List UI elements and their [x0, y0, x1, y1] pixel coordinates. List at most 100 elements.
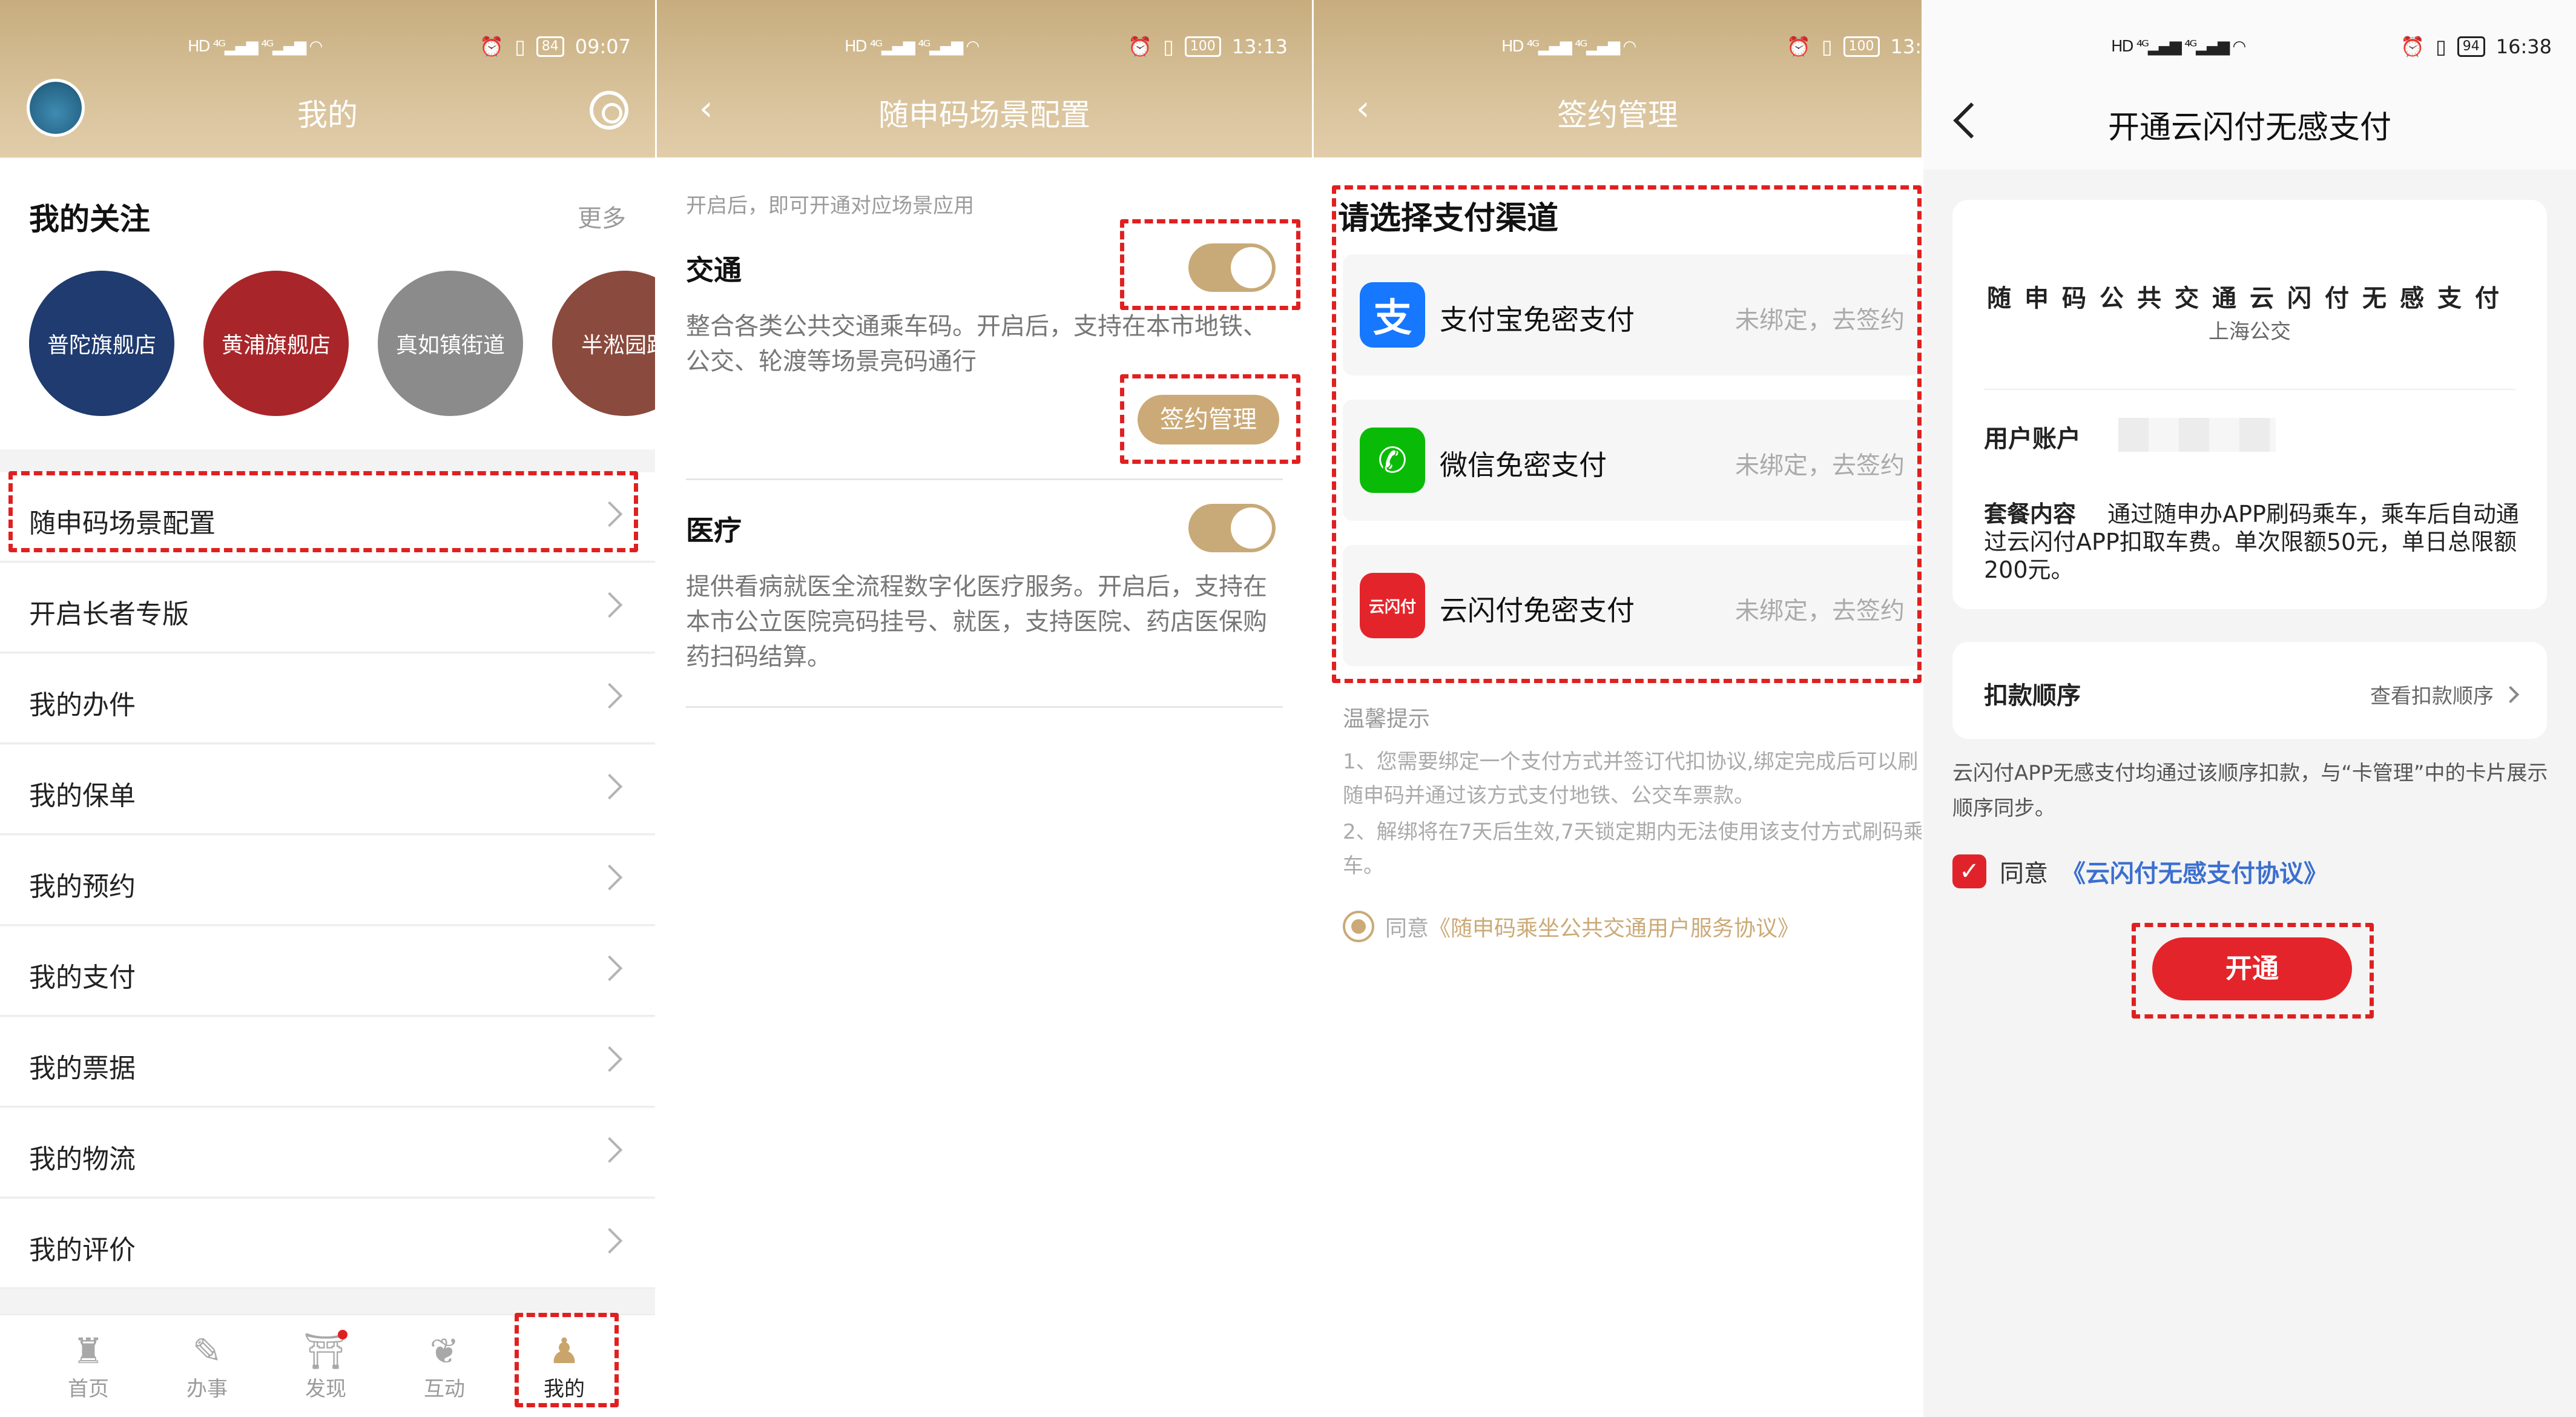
chevron-right-icon: [596, 1227, 623, 1254]
agreement-link[interactable]: 《云闪付无感支付协议》: [2061, 854, 2328, 889]
channel-name: 云闪付免密支付: [1440, 594, 1635, 627]
alipay-icon: 支: [1360, 282, 1425, 348]
chevron-right-icon: [596, 955, 623, 982]
agreement-row[interactable]: 同意《随申码乘坐公共交通用户服务协议》: [1343, 911, 1799, 942]
card-subtitle: 上海公交: [2209, 320, 2291, 344]
status-bar: ⏰ ▯ 100 13:13: [1128, 31, 1288, 62]
tab-label: 办事: [186, 1377, 228, 1401]
hint-text: 开启后，即可开通对应场景应用: [686, 194, 974, 218]
alarm-icon: ⏰: [2400, 35, 2425, 58]
chevron-right-icon: [596, 773, 623, 800]
scene-config-body: 开启后，即可开通对应场景应用 交通 整合各类公共交通乘车码。开启后，支持在本市地…: [657, 157, 1312, 1417]
menu-label: 我的票据: [29, 1053, 136, 1084]
status-time: 16:38: [2495, 35, 2552, 58]
channel-row-alipay[interactable]: 支 支付宝免密支付 未绑定，去签约: [1343, 254, 1922, 375]
medical-toggle[interactable]: [1188, 504, 1276, 552]
traffic-toggle[interactable]: [1188, 243, 1276, 292]
follow-item[interactable]: 半淞园路: [552, 271, 655, 416]
package-content: 套餐内容 通过随申办APP刷码乘车，乘车后自动通过云闪付APP扣取车费。单次限额…: [1984, 500, 2529, 584]
tip-item: 2、解绑将在7天后生效,7天锁定期内无法使用该支付方式刷码乘车。: [1343, 820, 1922, 878]
alarm-icon: ⏰: [479, 35, 504, 58]
vibrate-icon: ▯: [1163, 35, 1174, 58]
order-note: 云闪付APP无感支付均通过该顺序扣款，与“卡管理”中的卡片展示顺序同步。: [1952, 761, 2548, 821]
status-time: 09:07: [575, 35, 631, 58]
follow-item[interactable]: 真如镇街道: [378, 271, 523, 416]
page-title: 开通云闪付无感支付: [2107, 110, 2391, 146]
chevron-right-icon: [596, 1046, 623, 1072]
agreement-link[interactable]: 《随申码乘坐公共交通用户服务协议》: [1429, 916, 1799, 941]
medical-title: 医疗: [686, 514, 742, 547]
menu-item-my-receipts[interactable]: 我的票据: [0, 1017, 655, 1107]
menu-item-my-cases[interactable]: 我的办件: [0, 654, 655, 744]
menu-item-scene-config[interactable]: 随申码场景配置: [0, 472, 655, 562]
follow-item-label: 普陀旗舰店: [47, 333, 156, 358]
signal-icon: HD ⁴ᴳ▂▄▆ ⁴ᴳ▂▄▆ ◠: [188, 38, 323, 56]
masked-account: [2118, 418, 2276, 452]
status-signal: HD ⁴ᴳ▂▄▆ ⁴ᴳ▂▄▆ ◠: [845, 31, 980, 62]
menu-item-my-reviews[interactable]: 我的评价: [0, 1199, 655, 1289]
menu-item-elder-mode[interactable]: 开启长者专版: [0, 563, 655, 653]
channel-row-wechat[interactable]: ✆ 微信免密支付 未绑定，去签约: [1343, 400, 1922, 521]
follow-item[interactable]: 黄浦旗舰店: [203, 271, 349, 416]
menu-label: 随申码场景配置: [29, 508, 216, 539]
follow-item-label: 真如镇街道: [395, 333, 505, 358]
lotus-icon: ❦: [429, 1330, 460, 1372]
tab-home[interactable]: ♜ 首页: [40, 1330, 137, 1402]
follow-item-label: 黄浦旗舰店: [221, 333, 331, 358]
wechat-icon: ✆: [1360, 428, 1425, 493]
menu-item-my-payments[interactable]: 我的支付: [0, 926, 655, 1016]
tab-mine[interactable]: ♟ 我的: [516, 1330, 613, 1402]
follow-item[interactable]: 普陀旗舰店: [29, 271, 174, 416]
traffic-desc: 整合各类公共交通乘车码。开启后，支持在本市地铁、公交、轮渡等场景亮码通行: [686, 312, 1267, 375]
status-bar: ⏰ ▯ 100 13:: [1787, 31, 1922, 62]
tab-label: 首页: [68, 1377, 109, 1401]
chevron-right-icon: [596, 864, 623, 891]
channel-status: 未绑定，去签约: [1735, 597, 1905, 625]
channel-status: 未绑定，去签约: [1735, 452, 1905, 480]
channel-row-unionpay[interactable]: 云闪付 云闪付免密支付 未绑定，去签约: [1343, 545, 1922, 666]
tab-services[interactable]: ✎ 办事: [159, 1330, 255, 1402]
sign-management-body: 请选择支付渠道 支 支付宝免密支付 未绑定，去签约 ✆ 微信免密支付 未绑定，去…: [1314, 157, 1922, 1417]
signal-icon: HD ⁴ᴳ▂▄▆ ⁴ᴳ▂▄▆ ◠: [1501, 38, 1636, 56]
gear-icon[interactable]: [590, 91, 628, 130]
menu-label: 我的支付: [29, 962, 136, 993]
medical-desc: 提供看病就医全流程数字化医疗服务。开启后，支持在本市公立医院亮码挂号、就医，支持…: [686, 573, 1267, 671]
channel-name: 微信免密支付: [1440, 449, 1607, 481]
open-button[interactable]: 开通: [2152, 937, 2352, 1000]
panel-sign-management: HD ⁴ᴳ▂▄▆ ⁴ᴳ▂▄▆ ◠ ⏰ ▯ 100 13: ‹ 签约管理 请选择支…: [1314, 0, 1922, 1417]
package-card: 随申码公共交通云闪付无感支付 上海公交 用户账户 套餐内容 通过随申办APP刷码…: [1952, 200, 2547, 609]
tips-title: 温馨提示: [1343, 707, 1431, 732]
traffic-title: 交通: [686, 254, 742, 286]
panel-my-profile: HD ⁴ᴳ▂▄▆ ⁴ᴳ▂▄▆ ◠ ⏰ ▯ 84 09:07 我的 我的关注 更多…: [0, 0, 655, 1417]
tip-item: 1、您需要绑定一个支付方式并签订代扣协议,绑定完成后可以刷随申码并通过该方式支付…: [1343, 750, 1919, 808]
vibrate-icon: ▯: [1821, 35, 1833, 58]
discover-icon: ⛩: [303, 1330, 348, 1372]
account-label: 用户账户: [1984, 425, 2081, 453]
order-link[interactable]: 查看扣款顺序: [2370, 679, 2520, 709]
alarm-icon: ⏰: [1128, 35, 1153, 58]
agreement-row[interactable]: ✓ 同意 《云闪付无感支付协议》: [1952, 854, 2328, 889]
channel-status: 未绑定，去签约: [1735, 306, 1905, 334]
radio-icon[interactable]: [1343, 911, 1374, 942]
menu-item-my-appointments[interactable]: 我的预约: [0, 836, 655, 925]
page-title: 我的: [297, 97, 358, 133]
signal-icon: HD ⁴ᴳ▂▄▆ ⁴ᴳ▂▄▆ ◠: [2111, 38, 2246, 56]
panel-unionpay-open: HD ⁴ᴳ▂▄▆ ⁴ᴳ▂▄▆ ◠ ⏰ ▯ 94 16:38 开通云闪付无感支付 …: [1923, 0, 2576, 1417]
menu-item-my-logistics[interactable]: 我的物流: [0, 1108, 655, 1198]
menu-label: 我的评价: [29, 1235, 136, 1266]
page-title: 随申码场景配置: [878, 97, 1090, 133]
menu-item-my-policies[interactable]: 我的保单: [0, 745, 655, 834]
order-link-text: 查看扣款顺序: [2370, 684, 2494, 708]
home-tower-icon: ♜: [73, 1330, 104, 1372]
page-title: 签约管理: [1557, 97, 1678, 133]
menu-label: 我的保单: [29, 781, 136, 811]
notification-dot: [338, 1330, 348, 1339]
sign-management-button[interactable]: 签约管理: [1138, 395, 1279, 444]
vibrate-icon: ▯: [515, 35, 525, 58]
follow-more-link[interactable]: 更多: [578, 199, 626, 234]
deduction-order-card[interactable]: 扣款顺序 查看扣款顺序: [1952, 642, 2547, 739]
checkbox-checked-icon[interactable]: ✓: [1952, 854, 1986, 888]
status-time: 13:13: [1231, 35, 1288, 58]
tab-discover[interactable]: ⛩ 发现: [277, 1330, 374, 1402]
tab-interact[interactable]: ❦ 互动: [396, 1330, 493, 1402]
